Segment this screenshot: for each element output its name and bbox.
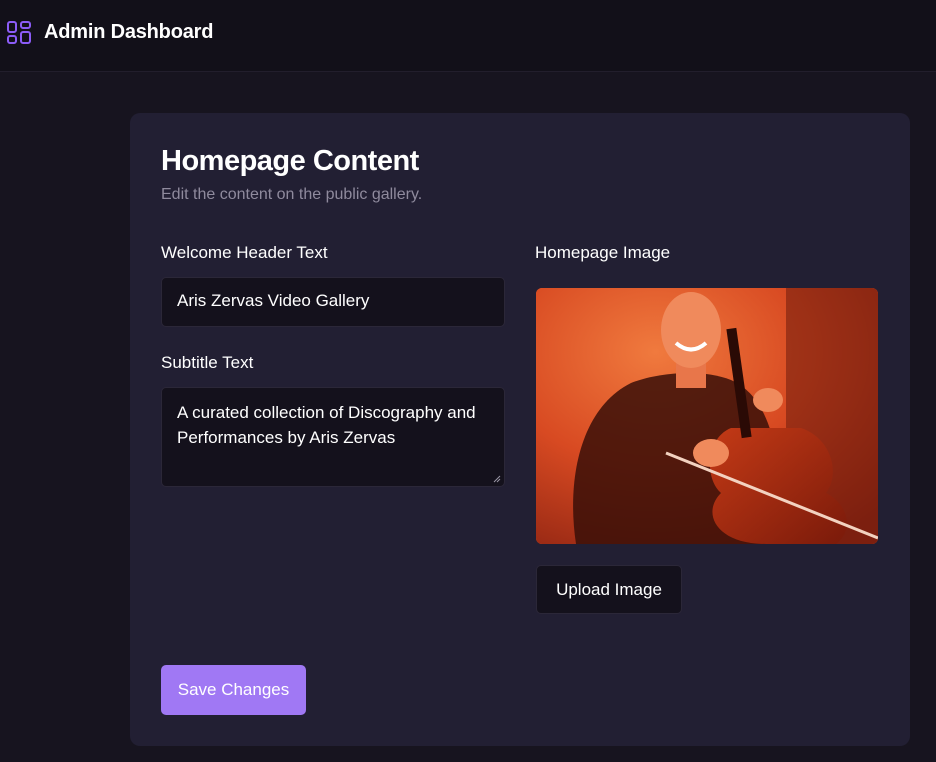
save-changes-button[interactable]: Save Changes (161, 665, 306, 715)
page-subtitle: Edit the content on the public gallery. (161, 186, 423, 203)
dashboard-grid-icon (7, 21, 31, 44)
homepage-image-preview (536, 288, 878, 544)
cellist-photo (536, 288, 878, 544)
homepage-image-label: Homepage Image (535, 243, 671, 262)
page-title: Homepage Content (161, 145, 419, 177)
app-title: Admin Dashboard (44, 21, 214, 43)
welcome-header-input[interactable]: Aris Zervas Video Gallery (161, 277, 505, 327)
welcome-header-label: Welcome Header Text (161, 243, 328, 262)
subtitle-textarea[interactable]: A curated collection of Discography and … (161, 387, 505, 487)
subtitle-label: Subtitle Text (161, 353, 254, 372)
top-navbar: Admin Dashboard (0, 0, 936, 72)
upload-image-button[interactable]: Upload Image (536, 565, 682, 614)
subtitle-textarea-value: A curated collection of Discography and … (177, 403, 476, 447)
resize-handle-icon[interactable] (493, 475, 501, 483)
homepage-content-card: Homepage Content Edit the content on the… (130, 113, 910, 746)
